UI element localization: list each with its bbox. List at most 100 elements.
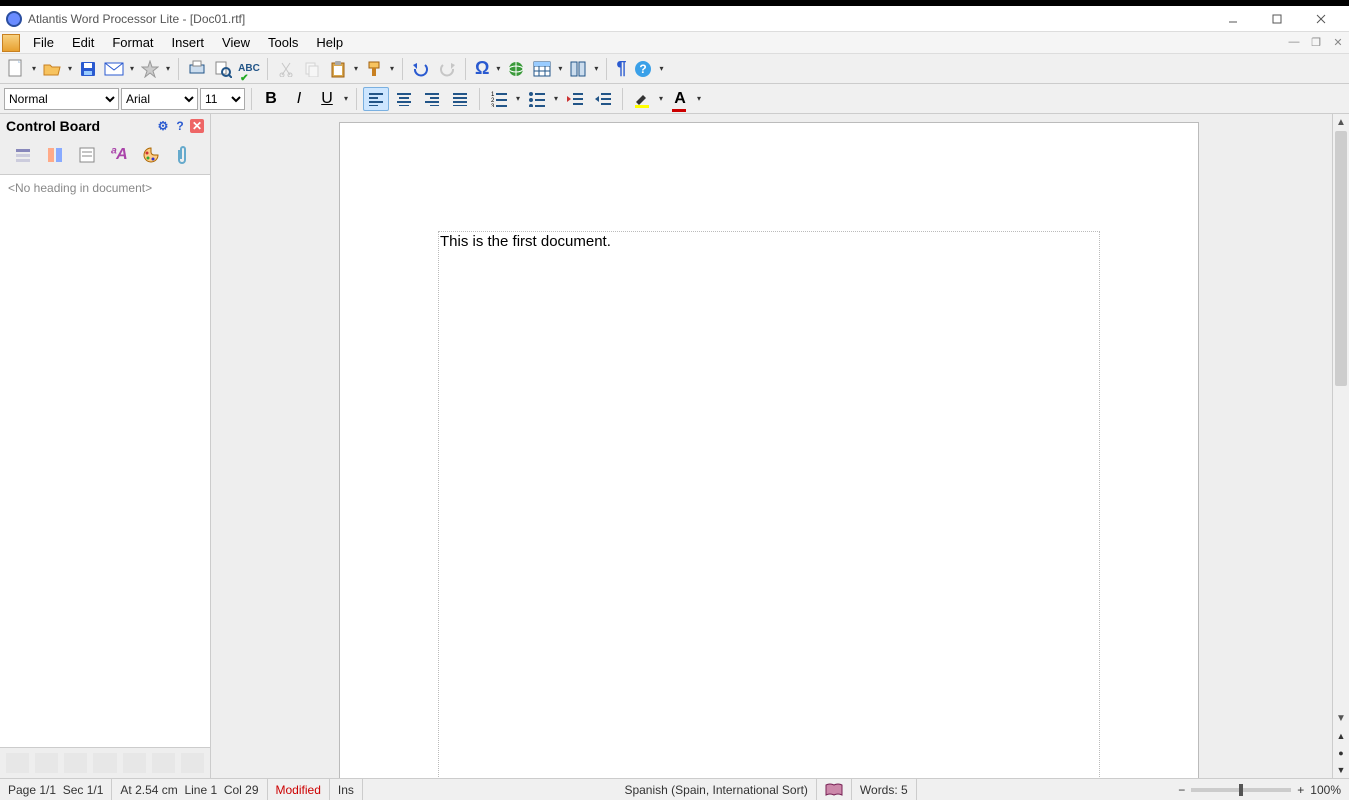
justify-button[interactable] <box>447 87 473 111</box>
document-page[interactable]: This is the first document. <box>339 122 1199 778</box>
cb-expand[interactable] <box>181 753 204 773</box>
mail-dropdown[interactable]: ▾ <box>128 64 136 73</box>
mdi-doc-icon[interactable] <box>2 34 20 52</box>
symbol-button[interactable]: Ω <box>472 57 492 81</box>
cut-button[interactable] <box>274 57 298 81</box>
title-bar[interactable]: Atlantis Word Processor Lite - [Doc01.rt… <box>0 6 1349 32</box>
zoom-slider[interactable] <box>1191 788 1291 792</box>
bold-button[interactable]: B <box>258 87 284 111</box>
painter-dropdown[interactable]: ▾ <box>388 64 396 73</box>
align-center-button[interactable] <box>391 87 417 111</box>
editor-area[interactable]: This is the first document. <box>211 114 1332 778</box>
zoom-percent[interactable]: 100% <box>1310 783 1341 797</box>
redo-button[interactable] <box>435 57 459 81</box>
save-button[interactable] <box>76 57 100 81</box>
mdi-minimize[interactable]: — <box>1287 36 1301 49</box>
align-left-button[interactable] <box>363 87 389 111</box>
underline-dropdown[interactable]: ▾ <box>342 94 350 103</box>
status-words[interactable]: Words: 5 <box>852 779 917 800</box>
cb-moveup[interactable] <box>123 753 146 773</box>
indent-button[interactable] <box>590 87 616 111</box>
undo-button[interactable] <box>409 57 433 81</box>
highlight-button[interactable] <box>629 87 655 111</box>
zoom-in-button[interactable]: + <box>1297 783 1304 797</box>
close-button[interactable] <box>1299 6 1343 32</box>
status-insert-mode[interactable]: Ins <box>330 779 363 800</box>
find-button[interactable] <box>211 57 235 81</box>
highlight-dropdown[interactable]: ▾ <box>657 94 665 103</box>
scroll-up-arrow[interactable]: ▲ <box>1333 114 1349 131</box>
new-document-button[interactable] <box>4 57 28 81</box>
menu-edit[interactable]: Edit <box>63 33 103 52</box>
print-preview-button[interactable] <box>185 57 209 81</box>
menu-format[interactable]: Format <box>103 33 162 52</box>
italic-button[interactable]: I <box>286 87 312 111</box>
status-position[interactable]: At 2.54 cm Line 1 Col 29 <box>112 779 267 800</box>
status-book-icon[interactable] <box>817 779 852 800</box>
scroll-prev-page[interactable]: ▲ <box>1333 727 1349 744</box>
fontcolor-button[interactable]: A <box>667 87 693 111</box>
mail-button[interactable] <box>102 57 126 81</box>
format-painter-button[interactable] <box>362 57 386 81</box>
cb-promote[interactable] <box>64 753 87 773</box>
outdent-button[interactable] <box>562 87 588 111</box>
cb-tab-headings[interactable] <box>10 142 36 168</box>
paste-dropdown[interactable]: ▾ <box>352 64 360 73</box>
symbol-dropdown[interactable]: ▾ <box>494 64 502 73</box>
minimize-button[interactable] <box>1211 6 1255 32</box>
table-button[interactable] <box>530 57 554 81</box>
cb-movedown[interactable] <box>152 753 175 773</box>
cb-tab-lists[interactable] <box>74 142 100 168</box>
mdi-close[interactable]: ✕ <box>1331 36 1345 49</box>
new-dropdown[interactable]: ▾ <box>30 64 38 73</box>
vertical-scrollbar[interactable]: ▲ ▼ ▲ ● ▼ <box>1332 114 1349 778</box>
mdi-restore[interactable]: ❐ <box>1309 36 1323 49</box>
copy-button[interactable] <box>300 57 324 81</box>
zoom-out-button[interactable]: − <box>1178 783 1185 797</box>
cb-nav-prev[interactable] <box>6 753 29 773</box>
bullist-dropdown[interactable]: ▾ <box>552 94 560 103</box>
document-text[interactable]: This is the first document. <box>440 233 611 250</box>
help-button[interactable]: ? <box>631 57 655 81</box>
cb-close-icon[interactable]: ✕ <box>190 119 204 133</box>
table-dropdown[interactable]: ▾ <box>556 64 564 73</box>
menu-help[interactable]: Help <box>307 33 352 52</box>
cb-nav-next[interactable] <box>35 753 58 773</box>
pilcrow-button[interactable]: ¶ <box>613 57 629 81</box>
cb-tab-palette[interactable] <box>138 142 164 168</box>
cb-help-icon[interactable]: ? <box>173 119 187 133</box>
font-combo[interactable]: Arial <box>121 88 198 110</box>
help-dropdown[interactable]: ▾ <box>657 64 665 73</box>
style-combo[interactable]: Normal <box>4 88 119 110</box>
numbered-list-button[interactable]: 123 <box>486 87 512 111</box>
gear-icon[interactable]: ⚙ <box>156 119 170 133</box>
paste-button[interactable] <box>326 57 350 81</box>
scroll-browse-object[interactable]: ● <box>1333 744 1349 761</box>
scroll-track[interactable] <box>1333 131 1349 710</box>
bulleted-list-button[interactable] <box>524 87 550 111</box>
status-page[interactable]: Page 1/1 Sec 1/1 <box>0 779 112 800</box>
cb-demote[interactable] <box>93 753 116 773</box>
scroll-next-page[interactable]: ▼ <box>1333 761 1349 778</box>
status-language[interactable]: Spanish (Spain, International Sort) <box>616 779 816 800</box>
columns-dropdown[interactable]: ▾ <box>592 64 600 73</box>
numlist-dropdown[interactable]: ▾ <box>514 94 522 103</box>
open-button[interactable] <box>40 57 64 81</box>
fontsize-combo[interactable]: 11 <box>200 88 245 110</box>
status-modified[interactable]: Modified <box>268 779 330 800</box>
open-dropdown[interactable]: ▾ <box>66 64 74 73</box>
menu-tools[interactable]: Tools <box>259 33 307 52</box>
spellcheck-button[interactable]: ABC✔ <box>237 57 261 81</box>
hyperlink-button[interactable] <box>504 57 528 81</box>
align-right-button[interactable] <box>419 87 445 111</box>
maximize-button[interactable] <box>1255 6 1299 32</box>
columns-button[interactable] <box>566 57 590 81</box>
underline-button[interactable]: U <box>314 87 340 111</box>
cb-tab-styles[interactable]: ªA <box>106 142 132 168</box>
scroll-down-arrow[interactable]: ▼ <box>1333 710 1349 727</box>
cb-tab-clips[interactable] <box>170 142 196 168</box>
menu-insert[interactable]: Insert <box>163 33 214 52</box>
scroll-thumb[interactable] <box>1335 131 1347 386</box>
favorite-button[interactable] <box>138 57 162 81</box>
fontcolor-dropdown[interactable]: ▾ <box>695 94 703 103</box>
